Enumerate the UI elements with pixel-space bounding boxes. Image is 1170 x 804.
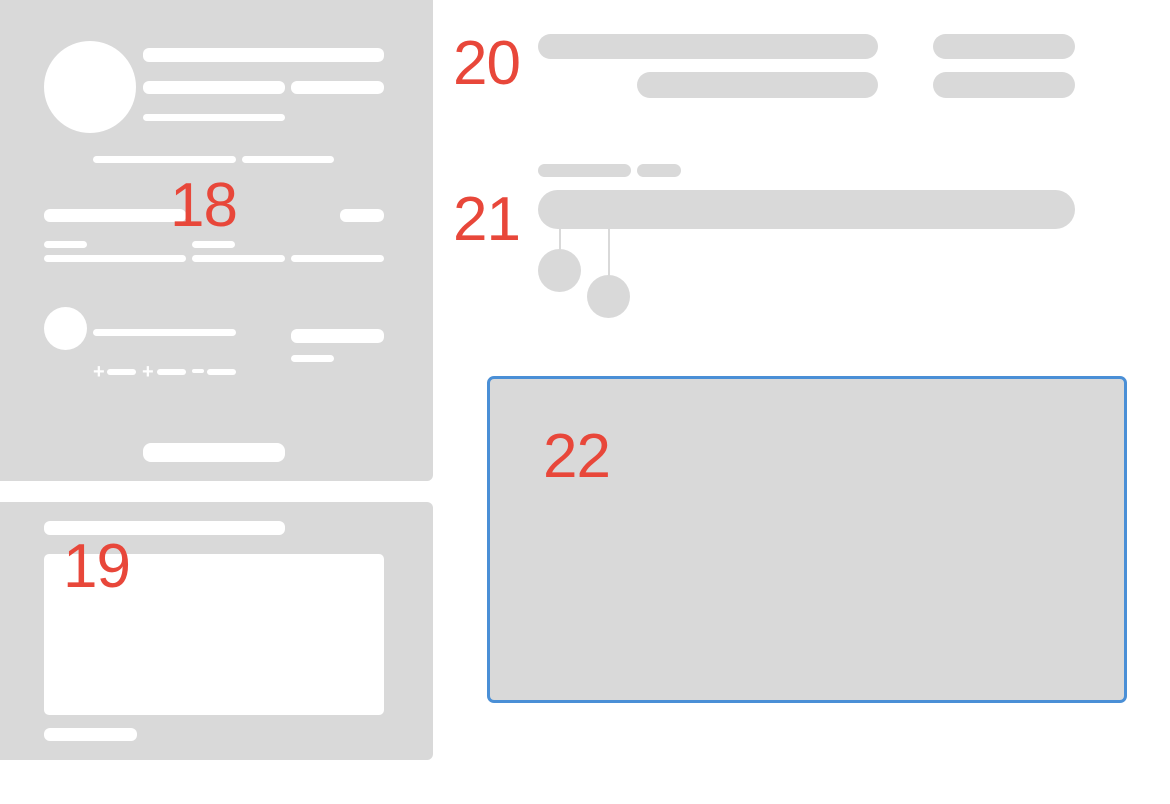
tag-line-2 — [192, 241, 235, 248]
block-number-22: 22 — [543, 422, 611, 491]
section-heading-line — [44, 209, 186, 222]
timeline-label-line — [538, 164, 631, 177]
subtitle-line-2 — [291, 81, 384, 94]
side-stat-line-2 — [291, 355, 334, 362]
counter-line-3 — [207, 369, 236, 375]
media-caption-line — [44, 728, 137, 741]
meta-line — [143, 114, 285, 121]
footer-button-placeholder — [143, 443, 285, 462]
media-card-wireframe: 19 — [0, 502, 433, 760]
avatar-placeholder — [44, 41, 136, 133]
profile-card-wireframe: + + 18 — [0, 0, 433, 481]
side-stat-line — [291, 329, 384, 343]
header-line-2 — [637, 72, 878, 98]
timeline-track — [538, 190, 1075, 229]
link-line — [93, 156, 236, 163]
name-line — [143, 48, 384, 62]
block-number-21: 21 — [453, 185, 521, 254]
detail-line-2 — [192, 255, 285, 262]
detail-line — [44, 255, 186, 262]
small-name-line — [93, 329, 236, 336]
tag-line — [44, 241, 87, 248]
link-line-2 — [242, 156, 334, 163]
timeline-marker — [538, 249, 581, 292]
section-action-pill — [340, 209, 384, 222]
block-number-20: 20 — [453, 29, 521, 98]
block-number-19: 19 — [63, 532, 131, 601]
minus-icon — [192, 369, 204, 373]
plus-icon: + — [93, 361, 105, 383]
selected-content-block[interactable]: 22 — [487, 376, 1127, 703]
timeline-label-line-2 — [637, 164, 681, 177]
timeline-connector-2 — [608, 228, 610, 276]
detail-line-3 — [291, 255, 384, 262]
counter-line-2 — [157, 369, 186, 375]
small-avatar-placeholder — [44, 307, 87, 350]
header-action-line — [933, 34, 1075, 59]
timeline-connector — [559, 228, 561, 250]
counter-line — [107, 369, 136, 375]
header-line — [538, 34, 878, 59]
plus-icon: + — [142, 361, 154, 383]
timeline-marker-2 — [587, 275, 630, 318]
header-action-line-2 — [933, 72, 1075, 98]
block-number-18: 18 — [170, 171, 238, 240]
subtitle-line — [143, 81, 285, 94]
